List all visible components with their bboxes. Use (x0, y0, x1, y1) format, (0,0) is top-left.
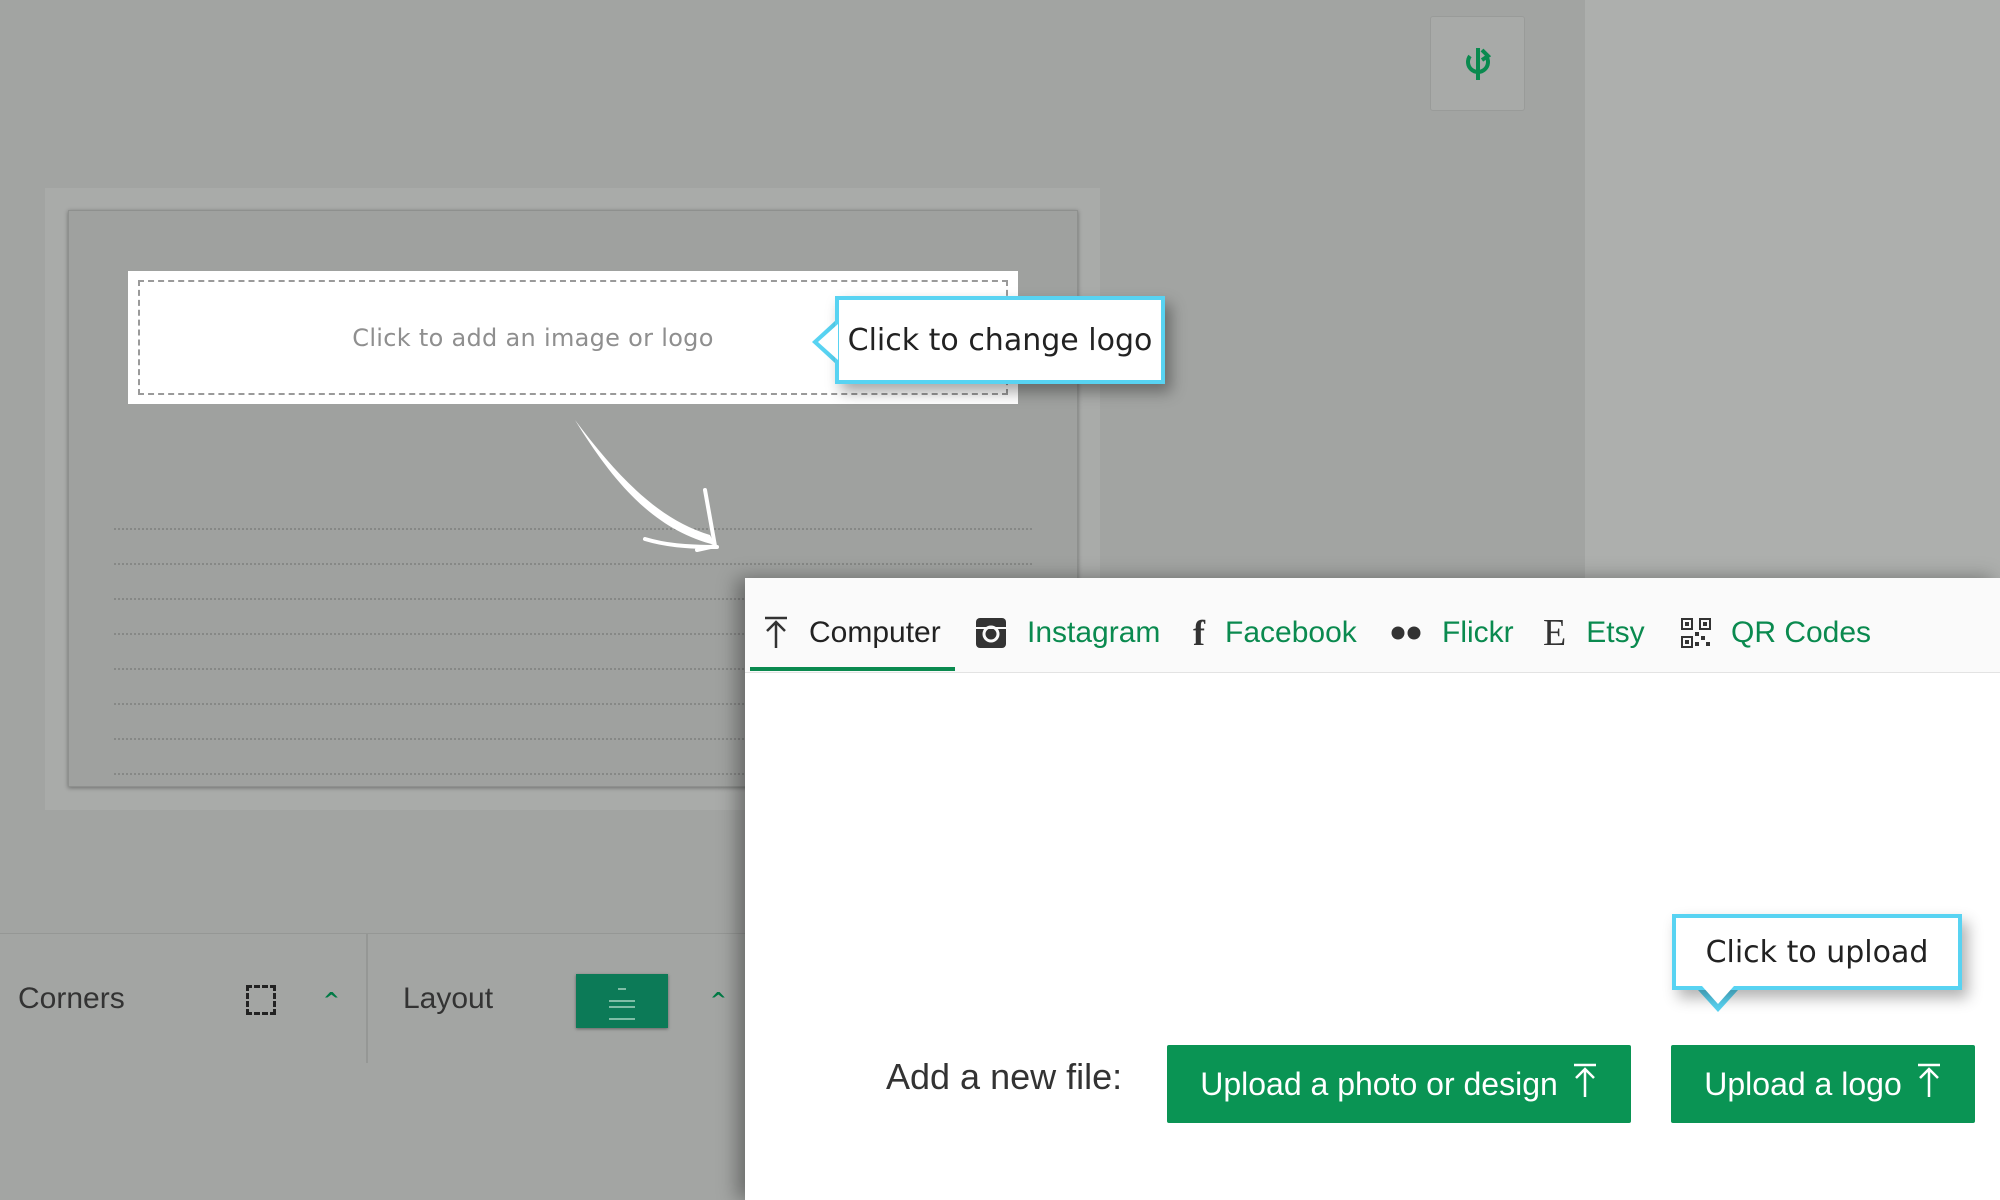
add-new-file-label: Add a new file: (886, 1056, 1123, 1097)
tooltip-arrow-fill (1702, 986, 1734, 1004)
layout-thumbnail[interactable] (576, 974, 668, 1028)
logo-placeholder-text: Click to add an image or logo (352, 323, 714, 352)
rotate-button[interactable] (1430, 16, 1525, 111)
instagram-icon (975, 617, 1007, 649)
chevron-up-icon[interactable]: ^ (323, 988, 340, 1012)
chevron-up-icon[interactable]: ^ (710, 988, 727, 1012)
curved-arrow-icon (575, 420, 719, 552)
tab-computer[interactable]: Computer (763, 608, 941, 658)
upload-logo-button-label: Upload a logo (1704, 1065, 1902, 1102)
upload-arrow-icon (763, 616, 789, 650)
active-tab-indicator (750, 667, 955, 671)
tab-instagram[interactable]: Instagram (975, 608, 1160, 658)
upload-tooltip: Click to upload (1672, 914, 1962, 990)
flickr-icon (1390, 625, 1422, 641)
tab-label: Facebook (1225, 616, 1357, 649)
rotate-icon (1465, 47, 1491, 80)
facebook-icon: f (1193, 613, 1205, 653)
tooltip-arrow-fill (818, 324, 838, 360)
tab-qr-codes[interactable]: QR Codes (1681, 608, 1871, 658)
upload-arrow-icon (1916, 1063, 1942, 1105)
corners-icon[interactable] (246, 985, 276, 1015)
tab-etsy[interactable]: E Etsy (1543, 608, 1645, 658)
etsy-icon: E (1543, 612, 1567, 654)
tab-label: QR Codes (1731, 616, 1872, 649)
change-logo-tooltip: Click to change logo (835, 296, 1165, 384)
upload-logo-button[interactable]: Upload a logo (1671, 1045, 1975, 1123)
tab-label: Instagram (1027, 616, 1161, 649)
toolbar-divider (366, 933, 368, 1063)
tab-flickr[interactable]: Flickr (1390, 608, 1514, 658)
upload-photo-button[interactable]: Upload a photo or design (1167, 1045, 1631, 1123)
corners-label: Corners (18, 982, 125, 1015)
tab-label: Flickr (1442, 616, 1514, 649)
upload-photo-button-label: Upload a photo or design (1200, 1065, 1558, 1102)
upload-arrow-icon (1572, 1063, 1598, 1105)
tab-facebook[interactable]: f Facebook (1193, 608, 1357, 658)
layout-label: Layout (403, 982, 494, 1015)
tab-label: Computer (809, 616, 941, 649)
qr-code-icon (1681, 618, 1711, 648)
tab-label: Etsy (1586, 616, 1645, 649)
